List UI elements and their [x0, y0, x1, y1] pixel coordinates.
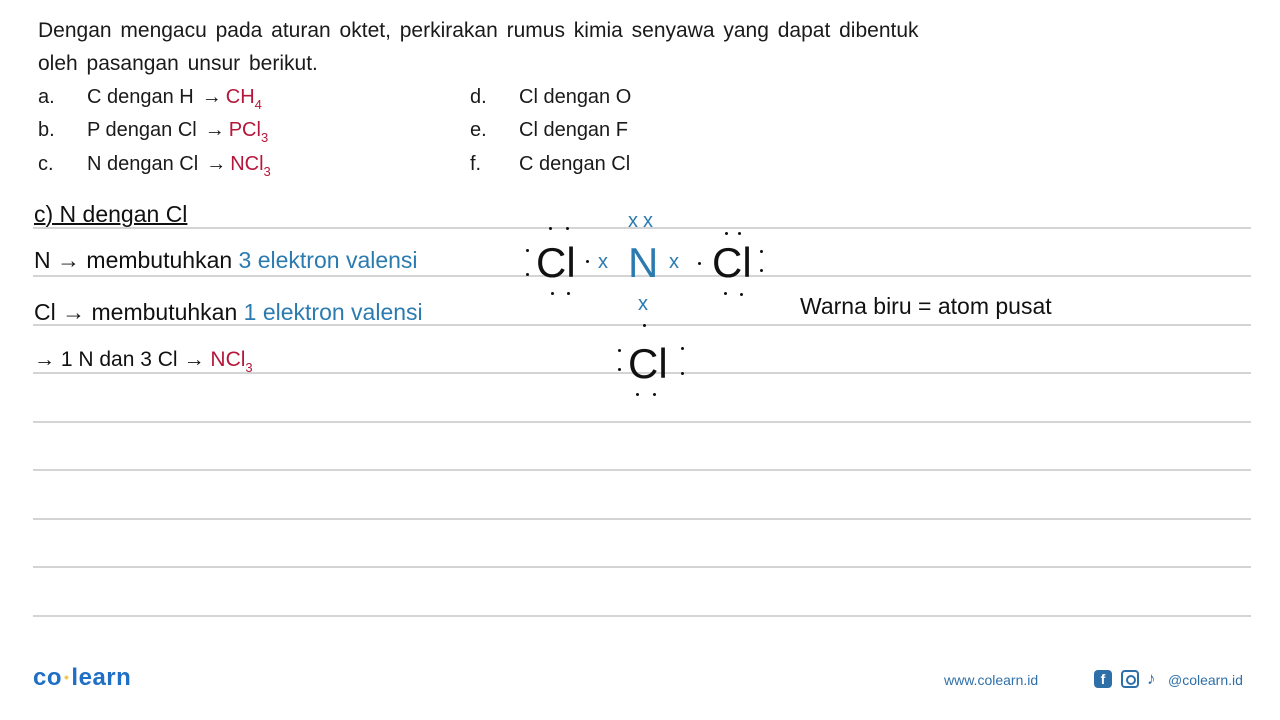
atom-cl-left: Cl	[536, 239, 576, 286]
arrow-icon: →	[206, 153, 227, 175]
electron-dot	[551, 292, 554, 295]
electron-dot	[760, 269, 763, 272]
item-label: f.	[470, 153, 482, 175]
electron-dot	[618, 349, 621, 352]
atom-cl-right: Cl	[712, 239, 752, 286]
electron-dot	[725, 232, 728, 235]
electron-dot	[738, 232, 741, 235]
electron-dot	[549, 227, 552, 230]
item-label: c.	[38, 153, 54, 175]
atom-cl-bottom: Cl	[628, 340, 668, 387]
ruled-line	[33, 615, 1251, 617]
electron-dot	[526, 249, 529, 252]
item-a: a. C dengan H → CH4	[38, 84, 262, 118]
colearn-logo[interactable]: co •learn	[33, 664, 131, 692]
ruled-line	[33, 421, 1251, 423]
electron-dot	[681, 347, 684, 350]
tiktok-icon[interactable]: ♪	[1147, 670, 1165, 688]
electron-x: x	[669, 251, 679, 273]
arrow-icon: →	[183, 348, 205, 371]
arrow-icon: →	[57, 247, 81, 273]
answer-formula: NCl3	[210, 348, 253, 375]
electron-dot	[760, 250, 763, 253]
question-text: Dengan mengacu pada aturan oktet, perkir…	[38, 19, 919, 75]
electron-x: x	[643, 210, 653, 232]
item-label: d.	[470, 86, 487, 108]
arrow-icon: →	[201, 86, 222, 108]
solution-line-1: N → membutuhkan 3 elektron valensi	[34, 247, 418, 273]
electron-dot	[643, 324, 646, 327]
item-text: C dengan Cl	[519, 153, 631, 175]
item-text: Cl dengan F	[519, 119, 628, 141]
social-handle[interactable]: @colearn.id	[1168, 672, 1243, 688]
solution-line-2: Cl → membutuhkan 1 elektron valensi	[34, 299, 423, 325]
valence-highlight: 3 elektron valensi	[238, 247, 418, 273]
facebook-icon[interactable]: f	[1094, 670, 1112, 688]
item-text: C dengan H	[87, 86, 194, 108]
arrow-icon: →	[34, 348, 55, 371]
electron-dot	[698, 262, 701, 265]
electron-dot	[636, 393, 639, 396]
item-label: a.	[38, 86, 55, 108]
solution-heading: c) N dengan Cl	[34, 201, 188, 227]
answer-formula: CH4	[225, 86, 262, 112]
website-link[interactable]: www.colearn.id	[944, 672, 1038, 688]
ruled-line	[33, 469, 1251, 471]
ruled-line	[33, 566, 1251, 568]
electron-x: x	[638, 293, 648, 315]
electron-dot	[653, 393, 656, 396]
electron-dot	[567, 292, 570, 295]
electron-dot	[526, 273, 529, 276]
arrow-icon: →	[62, 299, 86, 325]
item-label: e.	[470, 119, 487, 141]
instagram-icon[interactable]	[1121, 670, 1139, 688]
electron-x: x	[598, 251, 608, 273]
item-text: Cl dengan O	[519, 86, 632, 108]
item-e: e. Cl dengan F	[470, 117, 628, 143]
electron-dot	[586, 260, 589, 263]
electron-dot	[566, 227, 569, 230]
arrow-icon: →	[204, 119, 225, 141]
electron-dot	[618, 368, 621, 371]
electron-dot	[740, 293, 743, 296]
atom-n-center: N	[628, 239, 659, 286]
electron-x: x	[628, 210, 638, 232]
ruled-line	[33, 518, 1251, 520]
solution-line-3: → 1 N dan 3 Cl → NCl3	[34, 348, 253, 375]
valence-highlight: 1 elektron valensi	[243, 299, 423, 325]
answer-formula: PCl3	[228, 119, 269, 145]
item-d: d. Cl dengan O	[470, 84, 631, 110]
electron-dot	[681, 372, 684, 375]
item-b: b. P dengan Cl → PCl3	[38, 117, 268, 151]
item-label: b.	[38, 119, 55, 141]
item-text: P dengan Cl	[87, 119, 197, 141]
electron-dot	[724, 292, 727, 295]
item-c: c. N dengan Cl → NCl3	[38, 151, 271, 185]
legend-note: Warna biru = atom pusat	[800, 293, 1052, 319]
ruled-line	[33, 227, 1251, 229]
item-f: f. C dengan Cl	[470, 151, 630, 177]
answer-formula: NCl3	[230, 153, 271, 179]
item-text: N dengan Cl	[87, 153, 199, 175]
